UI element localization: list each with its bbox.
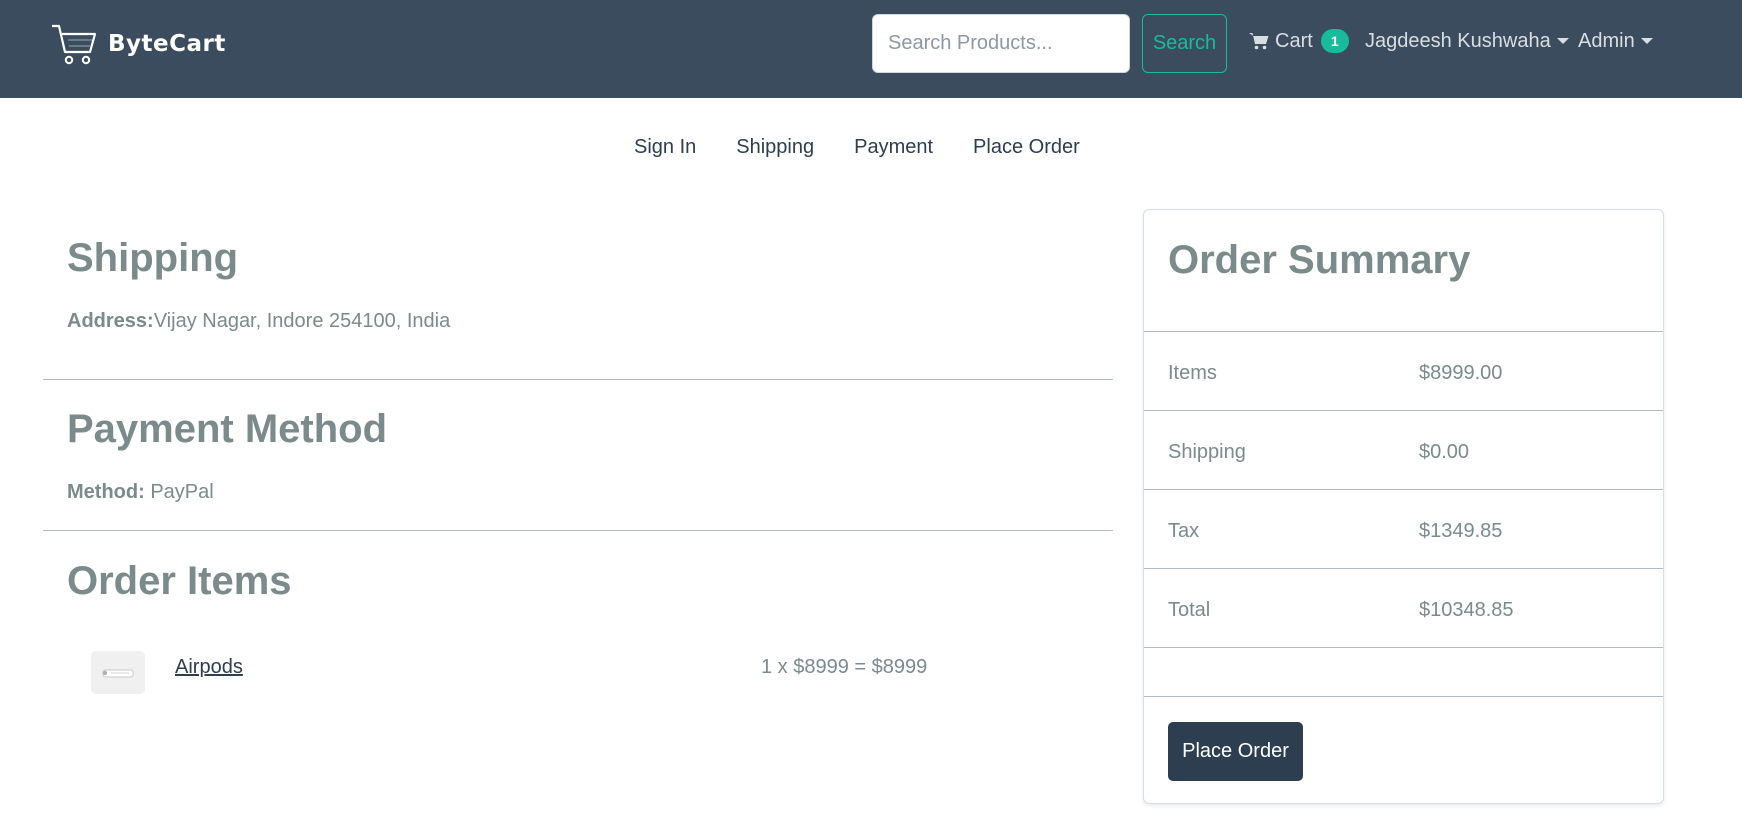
row-divider: [1144, 568, 1663, 569]
step-place-order[interactable]: Place Order: [953, 136, 1100, 159]
method-label: Method:: [67, 481, 145, 503]
step-shipping[interactable]: Shipping: [716, 136, 834, 159]
chevron-down-icon: [1640, 38, 1653, 44]
row-divider: [1144, 410, 1663, 411]
cart-label: Cart: [1275, 29, 1313, 52]
order-summary-title: Order Summary: [1168, 238, 1471, 282]
place-order-button[interactable]: Place Order: [1168, 722, 1303, 781]
shipping-address: Address:Vijay Nagar, Indore 254100, Indi…: [67, 310, 450, 333]
user-menu-dropdown[interactable]: Jagdeesh Kushwaha: [1365, 26, 1569, 56]
summary-tax-value: $1349.85: [1419, 520, 1503, 542]
checkout-steps: Sign In Shipping Payment Place Order: [614, 136, 1100, 159]
divider: [43, 530, 1113, 531]
summary-shipping-value: $0.00: [1419, 441, 1470, 463]
summary-total-value: $10348.85: [1419, 599, 1514, 621]
cart-count-badge: 1: [1320, 29, 1349, 53]
brand-name: ByteCart: [108, 31, 226, 57]
address-label: Address:: [67, 310, 154, 332]
product-link-airpods[interactable]: Airpods: [175, 656, 243, 679]
row-divider: [1144, 647, 1663, 648]
row-divider: [1144, 696, 1663, 697]
summary-items-value: $8999.00: [1419, 362, 1503, 384]
summary-total-label: Total: [1168, 599, 1211, 621]
order-summary-card: Order Summary Items $8999.00 Shipping $0…: [1143, 209, 1664, 804]
admin-menu-label: Admin: [1578, 29, 1635, 52]
payment-heading: Payment Method: [67, 407, 388, 451]
order-items-heading: Order Items: [67, 559, 292, 603]
search-input[interactable]: [872, 14, 1130, 73]
row-divider: [1144, 489, 1663, 490]
navbar: ByteCart Search Cart 1 Jagdeesh Kushwaha…: [0, 0, 1742, 98]
step-payment[interactable]: Payment: [834, 136, 953, 159]
brand-logo[interactable]: ByteCart: [50, 20, 226, 68]
search-button[interactable]: Search: [1142, 14, 1227, 73]
payment-method: Method: PayPal: [67, 481, 214, 504]
method-value: PayPal: [150, 481, 214, 503]
summary-shipping-label: Shipping: [1168, 441, 1246, 463]
item-price-calculation: 1 x $8999 = $8999: [761, 656, 928, 678]
shipping-heading: Shipping: [67, 236, 239, 280]
row-divider: [1144, 331, 1663, 332]
summary-items-label: Items: [1168, 362, 1217, 384]
airpods-thumbnail[interactable]: [91, 651, 145, 694]
product-image-icon: [102, 669, 134, 678]
step-sign-in[interactable]: Sign In: [614, 136, 716, 159]
cart-icon: [1249, 33, 1269, 50]
divider: [43, 379, 1113, 380]
summary-tax-label: Tax: [1168, 520, 1200, 542]
address-value: Vijay Nagar, Indore 254100, India: [153, 310, 451, 332]
admin-menu-dropdown[interactable]: Admin: [1578, 26, 1653, 56]
user-menu-label: Jagdeesh Kushwaha: [1365, 29, 1551, 52]
shopping-cart-logo-icon: [52, 24, 97, 65]
cart-link[interactable]: Cart 1: [1249, 26, 1349, 56]
chevron-down-icon: [1556, 38, 1569, 44]
